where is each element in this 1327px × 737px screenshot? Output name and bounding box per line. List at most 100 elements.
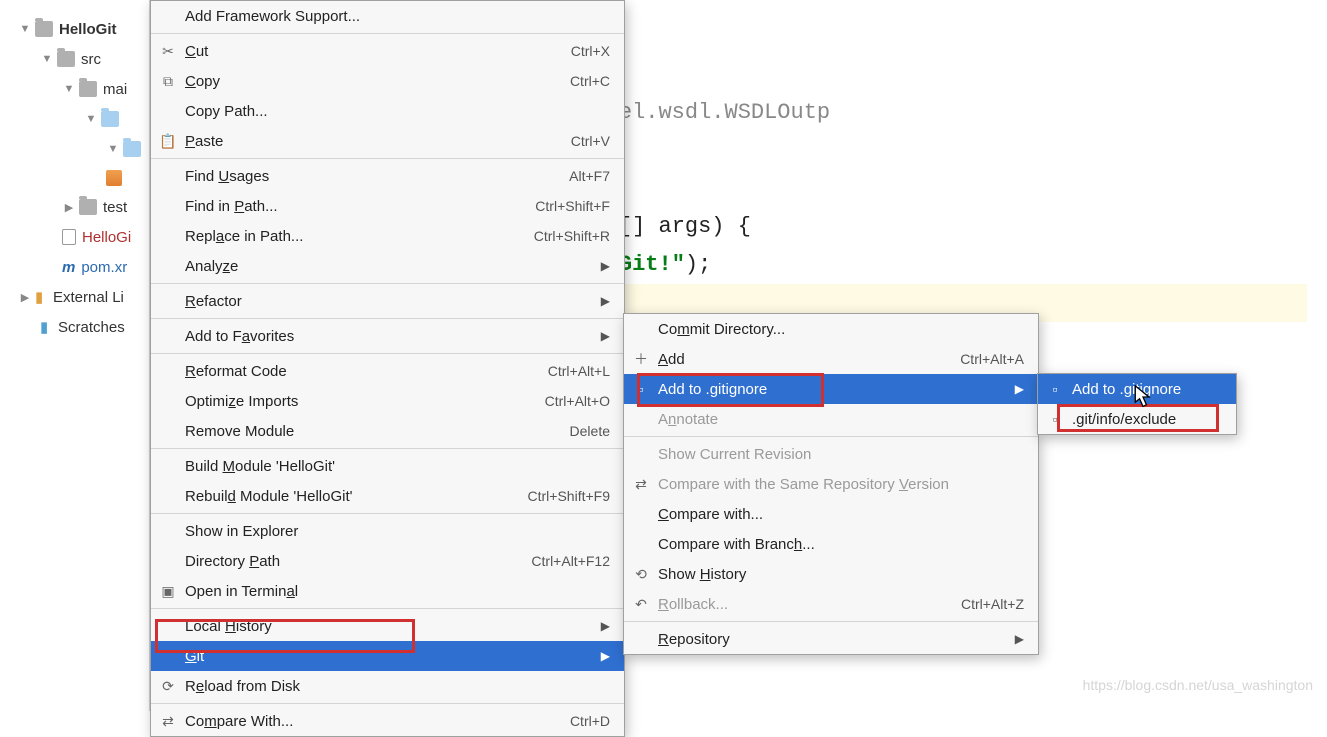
- menu-reformat[interactable]: Reformat CodeCtrl+Alt+L: [151, 356, 624, 386]
- submenu-arrow-icon: ▶: [1015, 382, 1024, 396]
- menu-separator: [151, 318, 624, 319]
- submenu-arrow-icon: ▶: [601, 619, 610, 633]
- terminal-icon: ▣: [159, 582, 177, 600]
- menu-find-usages[interactable]: Find UsagesAlt+F7: [151, 161, 624, 191]
- menu-add-to-gitignore-file[interactable]: ▫Add to .gitignore: [1038, 374, 1236, 404]
- watermark: https://blog.csdn.net/usa_washington: [1083, 677, 1313, 693]
- folder-icon: [101, 111, 119, 127]
- menu-annotate: Annotate: [624, 404, 1038, 434]
- menu-local-history[interactable]: Local History▶: [151, 611, 624, 641]
- tree-project[interactable]: ▼ HelloGit: [0, 14, 149, 44]
- tree-external-libs[interactable]: ▶ ▮ External Li: [0, 282, 149, 312]
- menu-show-current-revision: Show Current Revision: [624, 439, 1038, 469]
- tree-label: pom.xr: [81, 259, 127, 276]
- menu-commit-directory[interactable]: Commit Directory...: [624, 314, 1038, 344]
- menu-compare-branch[interactable]: Compare with Branch...: [624, 529, 1038, 559]
- compare-icon: ⇄: [632, 475, 650, 493]
- submenu-arrow-icon: ▶: [601, 294, 610, 308]
- submenu-arrow-icon: ▶: [601, 649, 610, 663]
- tree-label: HelloGi: [82, 229, 131, 246]
- tree-main[interactable]: ▼ mai: [0, 74, 149, 104]
- tree-label: test: [103, 199, 127, 216]
- chevron-down-icon: ▼: [62, 82, 76, 96]
- folder-icon: [35, 21, 53, 37]
- git-submenu: Commit Directory... ＋AddCtrl+Alt+A ▫Add …: [623, 313, 1039, 655]
- menu-directory-path[interactable]: Directory PathCtrl+Alt+F12: [151, 546, 624, 576]
- tree-sub2[interactable]: ▼: [0, 134, 149, 164]
- folder-icon: [79, 81, 97, 97]
- menu-copy[interactable]: ⧉CopyCtrl+C: [151, 66, 624, 96]
- menu-paste[interactable]: 📋PasteCtrl+V: [151, 126, 624, 156]
- submenu-arrow-icon: ▶: [601, 329, 610, 343]
- menu-separator: [151, 448, 624, 449]
- menu-compare-same-repo: ⇄Compare with the Same Repository Versio…: [624, 469, 1038, 499]
- menu-git-info-exclude[interactable]: ▫.git/info/exclude: [1038, 404, 1236, 434]
- menu-separator: [151, 513, 624, 514]
- menu-replace-in-path[interactable]: Replace in Path...Ctrl+Shift+R: [151, 221, 624, 251]
- menu-show-explorer[interactable]: Show in Explorer: [151, 516, 624, 546]
- menu-build-module[interactable]: Build Module 'HelloGit': [151, 451, 624, 481]
- tree-label: External Li: [53, 289, 124, 306]
- rollback-icon: ↶: [632, 595, 650, 613]
- chevron-down-icon: ▼: [84, 112, 98, 126]
- chevron-down-icon: ▼: [106, 142, 120, 156]
- tree-label: Scratches: [58, 319, 125, 336]
- context-menu: Add Framework Support... ✂CutCtrl+X ⧉Cop…: [150, 0, 625, 737]
- tree-label: mai: [103, 81, 127, 98]
- maven-icon: m: [62, 259, 75, 276]
- folder-icon: [57, 51, 75, 67]
- menu-rollback: ↶Rollback...Ctrl+Alt+Z: [624, 589, 1038, 619]
- tree-scratches[interactable]: ▮ Scratches: [0, 312, 149, 342]
- menu-separator: [151, 33, 624, 34]
- menu-analyze[interactable]: Analyze▶: [151, 251, 624, 281]
- tree-pkg[interactable]: [0, 164, 149, 192]
- chevron-down-icon: ▼: [18, 22, 32, 36]
- menu-show-history[interactable]: ⟲Show History: [624, 559, 1038, 589]
- file-icon: ▫: [1046, 410, 1064, 428]
- tree-sub1[interactable]: ▼: [0, 104, 149, 134]
- menu-rebuild-module[interactable]: Rebuild Module 'HelloGit'Ctrl+Shift+F9: [151, 481, 624, 511]
- tree-file-pom[interactable]: m pom.xr: [0, 252, 149, 282]
- tree-label: HelloGit: [59, 21, 117, 38]
- chevron-right-icon: ▶: [18, 290, 32, 304]
- menu-remove-module[interactable]: Remove ModuleDelete: [151, 416, 624, 446]
- folder-icon: [79, 199, 97, 215]
- menu-separator: [151, 283, 624, 284]
- gitignore-submenu: ▫Add to .gitignore ▫.git/info/exclude: [1037, 373, 1237, 435]
- menu-compare-with-2[interactable]: Compare with...: [624, 499, 1038, 529]
- menu-cut[interactable]: ✂CutCtrl+X: [151, 36, 624, 66]
- menu-add-framework[interactable]: Add Framework Support...: [151, 1, 624, 31]
- menu-refactor[interactable]: Refactor▶: [151, 286, 624, 316]
- add-icon: ＋: [632, 350, 650, 368]
- reload-icon: ⟳: [159, 677, 177, 695]
- menu-repository[interactable]: Repository▶: [624, 624, 1038, 654]
- project-tree[interactable]: ▼ HelloGit ▼ src ▼ mai ▼ ▼ ▶ test HelloG…: [0, 0, 150, 711]
- menu-separator: [151, 158, 624, 159]
- library-icon: ▮: [35, 288, 53, 306]
- menu-copy-path[interactable]: Copy Path...: [151, 96, 624, 126]
- menu-open-terminal[interactable]: ▣Open in Terminal: [151, 576, 624, 606]
- menu-optimize-imports[interactable]: Optimize ImportsCtrl+Alt+O: [151, 386, 624, 416]
- tree-test[interactable]: ▶ test: [0, 192, 149, 222]
- menu-separator: [624, 621, 1038, 622]
- menu-add-gitignore[interactable]: ▫Add to .gitignore▶: [624, 374, 1038, 404]
- submenu-arrow-icon: ▶: [601, 259, 610, 273]
- menu-separator: [624, 436, 1038, 437]
- tree-file-hellogit[interactable]: HelloGi: [0, 222, 149, 252]
- chevron-down-icon: ▼: [40, 52, 54, 66]
- menu-find-in-path[interactable]: Find in Path...Ctrl+Shift+F: [151, 191, 624, 221]
- menu-separator: [151, 353, 624, 354]
- menu-git[interactable]: Git▶: [151, 641, 624, 671]
- package-icon: [106, 170, 122, 186]
- menu-reload[interactable]: ⟳Reload from Disk: [151, 671, 624, 701]
- copy-icon: ⧉: [159, 72, 177, 90]
- submenu-arrow-icon: ▶: [1015, 632, 1024, 646]
- menu-add-favorites[interactable]: Add to Favorites▶: [151, 321, 624, 351]
- tree-src[interactable]: ▼ src: [0, 44, 149, 74]
- menu-git-add[interactable]: ＋AddCtrl+Alt+A: [624, 344, 1038, 374]
- paste-icon: 📋: [159, 132, 177, 150]
- file-icon: [62, 229, 76, 245]
- tree-label: src: [81, 51, 101, 68]
- history-icon: ⟲: [632, 565, 650, 583]
- compare-icon: ⇄: [159, 712, 177, 730]
